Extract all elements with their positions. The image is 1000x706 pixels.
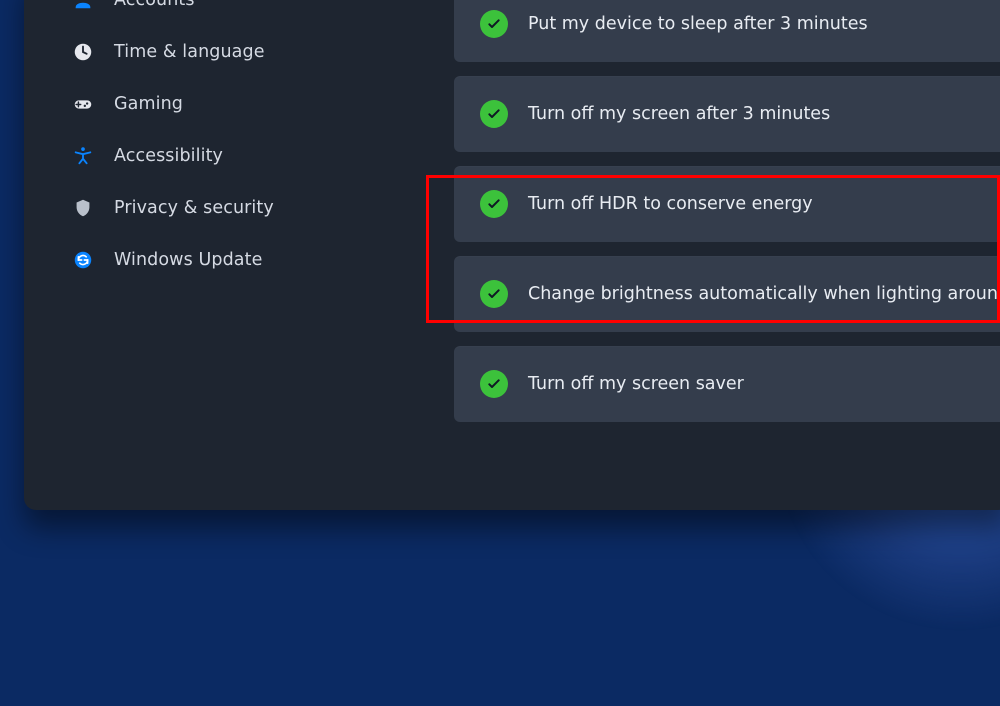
sidebar-item-label: Accounts: [114, 0, 195, 10]
sidebar: Accounts Time & language Gaming Accessib…: [24, 0, 364, 510]
sidebar-item-accounts[interactable]: Accounts: [24, 0, 364, 26]
sidebar-item-label: Privacy & security: [114, 198, 274, 218]
sidebar-item-gaming[interactable]: Gaming: [24, 78, 364, 130]
gaming-icon: [72, 93, 94, 115]
windows-update-icon: [72, 249, 94, 271]
recommendation-label: Put my device to sleep after 3 minutes: [528, 14, 868, 34]
sidebar-item-label: Windows Update: [114, 250, 262, 270]
recommendation-card-auto-brightness[interactable]: Change brightness automatically when lig…: [454, 256, 1000, 332]
sidebar-item-windows-update[interactable]: Windows Update: [24, 234, 364, 286]
check-icon: [480, 190, 508, 218]
sidebar-item-label: Time & language: [114, 42, 265, 62]
content-area: Put my device to sleep after 3 minutes T…: [364, 0, 1000, 510]
check-icon: [480, 10, 508, 38]
recommendation-label: Turn off my screen saver: [528, 374, 744, 394]
privacy-security-icon: [72, 197, 94, 219]
recommendation-card-screen-off[interactable]: Turn off my screen after 3 minutes: [454, 76, 1000, 152]
accounts-icon: [72, 0, 94, 11]
accessibility-icon: [72, 145, 94, 167]
recommendation-card-hdr-off[interactable]: Turn off HDR to conserve energy: [454, 166, 1000, 242]
sidebar-item-label: Accessibility: [114, 146, 223, 166]
recommendation-label: Change brightness automatically when lig…: [528, 284, 998, 304]
sidebar-item-privacy-security[interactable]: Privacy & security: [24, 182, 364, 234]
sidebar-item-accessibility[interactable]: Accessibility: [24, 130, 364, 182]
check-icon: [480, 280, 508, 308]
recommendation-label: Turn off HDR to conserve energy: [528, 194, 813, 214]
recommendation-card-sleep[interactable]: Put my device to sleep after 3 minutes: [454, 0, 1000, 62]
sidebar-item-time-language[interactable]: Time & language: [24, 26, 364, 78]
recommendation-label: Turn off my screen after 3 minutes: [528, 104, 830, 124]
sidebar-item-label: Gaming: [114, 94, 183, 114]
recommendation-card-screensaver-off[interactable]: Turn off my screen saver: [454, 346, 1000, 422]
settings-window: Accounts Time & language Gaming Accessib…: [24, 0, 1000, 510]
check-icon: [480, 370, 508, 398]
time-language-icon: [72, 41, 94, 63]
check-icon: [480, 100, 508, 128]
